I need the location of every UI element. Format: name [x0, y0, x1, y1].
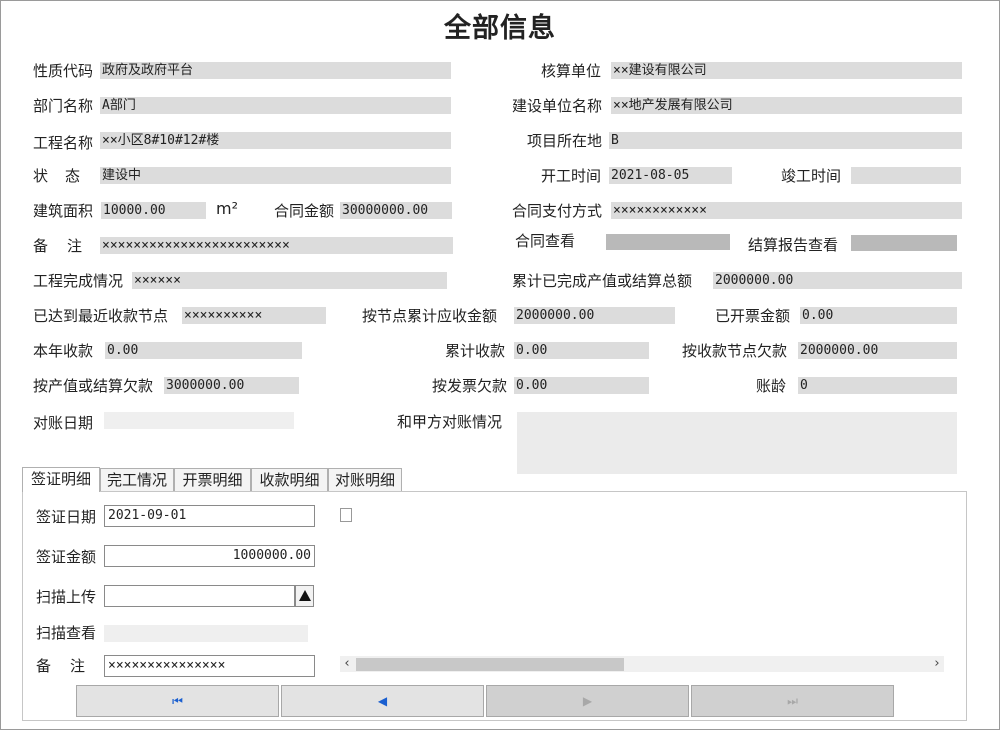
scroll-right-icon[interactable]: ›: [930, 656, 944, 672]
finish-date-label: 竣工时间: [781, 167, 842, 185]
completion-field[interactable]: ××××××: [132, 272, 447, 289]
total-received-label: 累计收款: [445, 342, 506, 360]
builder-field[interactable]: ××地产发展有限公司: [611, 97, 962, 114]
area-field[interactable]: 10000.00: [101, 202, 206, 219]
payment-method-field[interactable]: ××××××××××××: [611, 202, 962, 219]
horizontal-scrollbar[interactable]: ‹ ›: [340, 656, 944, 672]
remark-label: 备 注: [33, 237, 85, 255]
next-record-button[interactable]: ▶: [486, 685, 689, 717]
report-view-label: 结算报告查看: [748, 236, 839, 254]
prev-record-icon: ◀: [377, 694, 388, 708]
recon-status-label: 和甲方对账情况: [397, 413, 503, 431]
invoice-arrears-label: 按发票欠款: [432, 377, 508, 395]
visa-amount-label: 签证金额: [36, 548, 97, 566]
contract-amount-label: 合同金额: [274, 202, 335, 220]
accounting-unit-field[interactable]: ××建设有限公司: [611, 62, 962, 79]
area-label: 建筑面积: [33, 202, 94, 220]
prev-record-button[interactable]: ◀: [281, 685, 484, 717]
remark-field[interactable]: ××××××××××××××××××××××××: [100, 237, 453, 254]
report-view-link[interactable]: [851, 235, 957, 251]
project-label: 工程名称: [33, 134, 94, 152]
location-label: 项目所在地: [527, 132, 603, 150]
department-field[interactable]: A部门: [100, 97, 451, 114]
status-label: 状 态: [33, 167, 82, 185]
output-arrears-field[interactable]: 3000000.00: [164, 377, 299, 394]
next-record-icon: ▶: [582, 694, 593, 708]
node-receivable-label: 按节点累计应收金额: [362, 307, 498, 325]
output-arrears-label: 按产值或结算欠款: [33, 377, 154, 395]
tab-visa-detail[interactable]: 签证明细: [22, 467, 100, 492]
accounting-unit-label: 核算单位: [541, 62, 602, 80]
node-arrears-label: 按收款节点欠款: [682, 342, 788, 360]
aging-field[interactable]: 0: [798, 377, 957, 394]
scan-view-label: 扫描查看: [36, 624, 97, 642]
tab-collection-detail[interactable]: 收款明细: [251, 468, 328, 491]
completion-label: 工程完成情况: [33, 272, 124, 290]
recon-status-field[interactable]: [517, 412, 957, 474]
tab-reconciliation-detail[interactable]: 对账明细: [328, 468, 402, 491]
visa-remark-label: 备 注: [36, 657, 88, 675]
scan-upload-label: 扫描上传: [36, 588, 97, 606]
invoice-arrears-field[interactable]: 0.00: [514, 377, 649, 394]
upload-arrow-icon[interactable]: [295, 585, 314, 607]
project-field[interactable]: ××小区8#10#12#楼: [100, 132, 451, 149]
total-output-label: 累计已完成产值或结算总额: [512, 272, 693, 290]
area-unit: m²: [216, 199, 238, 218]
total-received-field[interactable]: 0.00: [514, 342, 649, 359]
year-received-label: 本年收款: [33, 342, 94, 360]
scroll-left-icon[interactable]: ‹: [340, 656, 354, 672]
page-title: 全部信息: [444, 13, 556, 44]
start-date-field[interactable]: 2021-08-05: [609, 167, 732, 184]
node-receivable-field[interactable]: 2000000.00: [514, 307, 675, 324]
contract-view-link[interactable]: [606, 234, 730, 250]
start-date-label: 开工时间: [541, 167, 602, 185]
last-record-button[interactable]: ⏭: [691, 685, 894, 717]
scan-view-link[interactable]: [104, 625, 308, 642]
recon-date-field[interactable]: [104, 412, 294, 429]
payment-method-label: 合同支付方式: [512, 202, 603, 220]
aging-label: 账龄: [756, 377, 787, 395]
finish-date-field[interactable]: [851, 167, 961, 184]
first-record-icon: ⏮: [172, 694, 183, 708]
total-output-field[interactable]: 2000000.00: [713, 272, 962, 289]
visa-checkbox[interactable]: [340, 508, 352, 522]
location-field[interactable]: B: [609, 132, 962, 149]
visa-date-input[interactable]: 2021-09-01: [104, 505, 315, 527]
visa-remark-input[interactable]: ×××××××××××××××: [104, 655, 315, 677]
contract-amount-field[interactable]: 30000000.00: [340, 202, 452, 219]
latest-node-label: 已达到最近收款节点: [33, 307, 169, 325]
visa-amount-input[interactable]: 1000000.00: [104, 545, 315, 567]
nature-code-label: 性质代码: [33, 62, 94, 80]
tab-completion[interactable]: 完工情况: [100, 468, 174, 491]
year-received-field[interactable]: 0.00: [105, 342, 302, 359]
first-record-button[interactable]: ⏮: [76, 685, 279, 717]
contract-view-label: 合同查看: [515, 232, 576, 250]
invoiced-field[interactable]: 0.00: [800, 307, 957, 324]
invoiced-label: 已开票金额: [715, 307, 791, 325]
last-record-icon: ⏭: [787, 694, 798, 708]
scrollbar-thumb[interactable]: [356, 658, 624, 671]
node-arrears-field[interactable]: 2000000.00: [798, 342, 957, 359]
scan-upload-input[interactable]: [104, 585, 295, 607]
tab-invoice-detail[interactable]: 开票明细: [174, 468, 251, 491]
recon-date-label: 对账日期: [33, 414, 94, 432]
department-label: 部门名称: [33, 97, 94, 115]
latest-node-field[interactable]: ××××××××××: [182, 307, 326, 324]
nature-code-field[interactable]: 政府及政府平台: [100, 62, 451, 79]
builder-label: 建设单位名称: [512, 97, 603, 115]
visa-date-label: 签证日期: [36, 508, 97, 526]
status-field[interactable]: 建设中: [100, 167, 451, 184]
